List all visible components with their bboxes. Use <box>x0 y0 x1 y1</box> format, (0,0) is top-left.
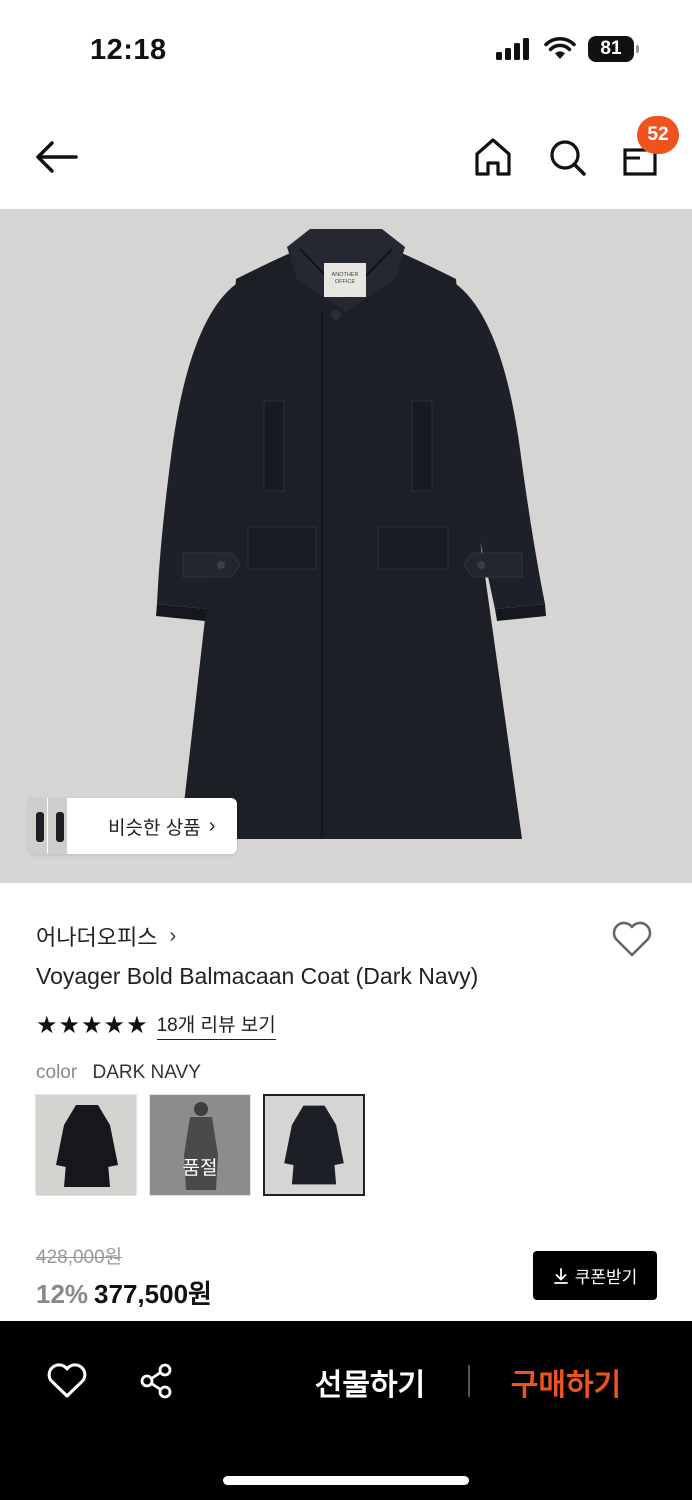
swatch-image <box>265 1096 363 1194</box>
svg-text:OFFICE: OFFICE <box>335 279 355 285</box>
chevron-right-icon: › <box>169 924 177 947</box>
review-link[interactable]: 18개 리뷰 보기 <box>156 1010 276 1040</box>
status-icons: 81 <box>496 36 639 62</box>
soldout-label: 품절 <box>182 1158 218 1179</box>
svg-text:ANOTHER: ANOTHER <box>332 272 359 278</box>
bottom-action-bar: 선물하기 구매하기 <box>0 1321 692 1500</box>
buy-button[interactable]: 구매하기 <box>496 1359 636 1405</box>
swatch-image <box>36 1095 136 1195</box>
final-price: 377,500원 <box>94 1279 212 1309</box>
brand-link[interactable]: 어나더오피스 › <box>36 920 176 952</box>
battery-indicator: 81 <box>588 36 639 62</box>
home-indicator[interactable] <box>223 1476 469 1485</box>
similar-thumb <box>48 798 68 854</box>
download-icon <box>553 1267 568 1284</box>
share-icon[interactable] <box>136 1361 178 1401</box>
search-icon[interactable] <box>544 132 590 182</box>
nav-bar <box>0 110 692 205</box>
divider <box>468 1365 470 1397</box>
similar-products-label: 비슷한 상품 <box>108 817 201 839</box>
status-time: 12:18 <box>90 34 167 66</box>
swatch-grey-model[interactable]: 품절 <box>149 1094 251 1196</box>
coupon-label: 쿠폰받기 <box>574 1268 638 1287</box>
signal-icon <box>496 38 529 60</box>
star-rating: ★★★★★ <box>36 1011 149 1039</box>
color-label: color <box>36 1062 78 1083</box>
price-row: 12% 377,500원 <box>36 1274 212 1311</box>
brand-name: 어나더오피스 <box>36 925 158 950</box>
rating-row: ★★★★★ 18개 리뷰 보기 <box>36 1010 276 1040</box>
color-value: DARK NAVY <box>92 1062 201 1083</box>
bag-count-badge: 52 <box>637 116 679 154</box>
original-price: 428,000원 <box>36 1247 123 1268</box>
color-row: color DARK NAVY <box>36 1062 201 1084</box>
color-swatches: 품절 <box>35 1094 365 1196</box>
heart-icon[interactable] <box>46 1361 88 1401</box>
swatch-black-coat[interactable] <box>35 1094 137 1196</box>
product-image[interactable]: ANOTHER OFFICE <box>0 209 692 883</box>
chevron-right-icon: › <box>208 814 216 837</box>
back-arrow-icon[interactable] <box>32 132 82 182</box>
status-bar: 12:18 81 <box>0 0 692 100</box>
swatch-dark-navy-coat[interactable] <box>263 1094 365 1196</box>
similar-thumb <box>28 798 48 854</box>
coupon-button[interactable]: 쿠폰받기 <box>533 1251 657 1300</box>
swatch-image <box>150 1095 250 1195</box>
discount-rate: 12% <box>36 1279 89 1309</box>
home-icon[interactable] <box>470 132 516 182</box>
gift-button[interactable]: 선물하기 <box>300 1359 440 1405</box>
wifi-icon <box>544 37 576 59</box>
similar-products-button[interactable]: 비슷한 상품 › <box>28 798 238 854</box>
product-title: Voyager Bold Balmacaan Coat (Dark Navy) <box>36 963 479 989</box>
coat-illustration: ANOTHER OFFICE <box>156 229 546 839</box>
heart-icon[interactable] <box>610 918 654 960</box>
